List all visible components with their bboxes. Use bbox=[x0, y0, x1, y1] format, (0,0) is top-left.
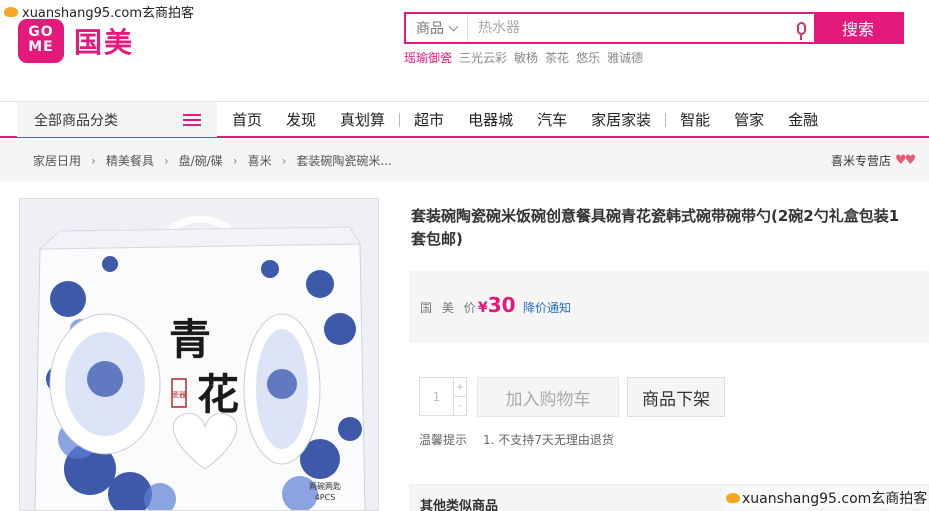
nav-item-finance[interactable]: 金融 bbox=[788, 109, 818, 130]
nav-divider bbox=[399, 112, 401, 127]
breadcrumb: 家居日用 › 精美餐具 › 盘/碗/碟 › 喜米 › 套装碗陶瓷碗米... bbox=[33, 152, 392, 169]
image-caption: 两碗两匙 bbox=[309, 481, 341, 491]
breadcrumb-item[interactable]: 家居日用 bbox=[33, 152, 81, 169]
product-title: 套装碗陶瓷碗米饭碗创意餐具碗青花瓷韩式碗带碗带勺(2碗2勺礼盒包装1套包邮) bbox=[411, 207, 900, 248]
nav-item-home-furnishing[interactable]: 家居家装 bbox=[591, 109, 651, 130]
watermark-logo-icon bbox=[4, 6, 18, 17]
search-input[interactable] bbox=[468, 14, 788, 42]
chevron-right-icon: › bbox=[232, 153, 238, 168]
quantity-stepper: 1 + - bbox=[419, 377, 467, 416]
search-bar: 商品 搜索 bbox=[404, 12, 904, 44]
notice-label: 温馨提示 bbox=[419, 433, 468, 447]
hot-keyword[interactable]: 敏杨 bbox=[514, 49, 538, 66]
notice: 温馨提示 1. 不支持7天无理由退货 bbox=[419, 431, 614, 448]
hot-keyword[interactable]: 瑶瑜御瓷 bbox=[404, 49, 452, 66]
watermark-text: xuanshang95.com玄商拍客 bbox=[742, 491, 928, 507]
chevron-right-icon: › bbox=[281, 153, 287, 168]
price-value: ¥30 bbox=[478, 293, 516, 317]
image-title-char-1: 青 bbox=[169, 315, 211, 364]
image-count: 4PCS bbox=[315, 493, 336, 502]
off-shelf-button[interactable]: 商品下架 bbox=[627, 377, 725, 417]
add-to-cart-button[interactable]: 加入购物车 bbox=[477, 377, 619, 417]
decrement-button[interactable]: - bbox=[454, 397, 466, 415]
logo-box-top: GO bbox=[28, 24, 54, 40]
search-category-label: 商品 bbox=[416, 21, 444, 37]
hot-keyword[interactable]: 茶花 bbox=[545, 49, 569, 66]
nav-item-smart[interactable]: 智能 bbox=[680, 109, 710, 130]
main-nav: 全部商品分类 首页 发现 真划算 超市 电器城 汽车 家居家装 智能 管家 金融 bbox=[0, 101, 929, 138]
quantity-steps: + - bbox=[454, 378, 466, 415]
price-label: 国 美 价 bbox=[420, 301, 479, 315]
breadcrumb-item-current: 套装碗陶瓷碗米... bbox=[296, 154, 392, 168]
nav-item-deals[interactable]: 真划算 bbox=[340, 109, 385, 130]
logo-name: 国美 bbox=[74, 26, 135, 59]
watermark-logo-icon bbox=[726, 493, 740, 503]
nav-items: 首页 发现 真划算 超市 电器城 汽车 家居家装 智能 管家 金融 bbox=[232, 102, 842, 137]
nav-item-discover[interactable]: 发现 bbox=[286, 109, 316, 130]
watermark-top: xuanshang95.com玄商拍客 bbox=[4, 2, 194, 21]
search-category-select[interactable]: 商品 bbox=[406, 14, 468, 42]
quantity-input[interactable]: 1 bbox=[420, 378, 454, 415]
chevron-right-icon: › bbox=[163, 153, 169, 168]
hot-keyword[interactable]: 雅诚德 bbox=[607, 49, 643, 66]
search-button[interactable]: 搜索 bbox=[814, 14, 902, 42]
breadcrumb-bar: 家居日用 › 精美餐具 › 盘/碗/碟 › 喜米 › 套装碗陶瓷碗米... 喜米专营店 … bbox=[0, 139, 929, 181]
store-name: 喜米专营店 bbox=[831, 154, 892, 168]
gome-logo[interactable]: GO ME 国美 bbox=[18, 19, 134, 63]
breadcrumb-item[interactable]: 盘/碗/碟 bbox=[179, 152, 223, 169]
image-seal-text: 瓷器 bbox=[172, 390, 186, 399]
all-categories-label: 全部商品分类 bbox=[34, 112, 118, 129]
logo-box-bottom: ME bbox=[28, 39, 54, 55]
logo-box: GO ME bbox=[18, 19, 64, 63]
notice-text: 1. 不支持7天无理由退货 bbox=[483, 433, 614, 447]
product-image[interactable]: 瓷器 青 花 两碗两匙 4PCS bbox=[19, 198, 379, 511]
nav-item-butler[interactable]: 管家 bbox=[734, 109, 764, 130]
similar-products-title: 其他类似商品 bbox=[420, 499, 499, 511]
breadcrumb-item[interactable]: 喜米 bbox=[248, 152, 272, 169]
price-box: 国 美 价 ¥30 降价通知 bbox=[409, 271, 929, 343]
currency-symbol: ¥ bbox=[478, 300, 488, 316]
nav-item-auto[interactable]: 汽车 bbox=[537, 109, 567, 130]
hot-keyword[interactable]: 悠乐 bbox=[576, 49, 600, 66]
store-link[interactable]: 喜米专营店 ♥♥ bbox=[831, 152, 916, 169]
nav-item-supermarket[interactable]: 超市 bbox=[414, 109, 444, 130]
chevron-down-icon bbox=[448, 21, 459, 31]
product-image-illustration: 瓷器 青 花 两碗两匙 4PCS bbox=[20, 199, 378, 510]
hot-keyword[interactable]: 三光云彩 bbox=[459, 49, 507, 66]
chevron-right-icon: › bbox=[91, 153, 96, 168]
price-amount: 30 bbox=[487, 293, 516, 317]
watermark-text: xuanshang95.com玄商拍客 bbox=[22, 6, 195, 21]
heart-rating-icon: ♥♥ bbox=[895, 153, 916, 168]
nav-item-electronics[interactable]: 电器城 bbox=[468, 109, 513, 130]
menu-list-icon[interactable] bbox=[183, 114, 201, 126]
price-drop-notify-link[interactable]: 降价通知 bbox=[523, 299, 571, 316]
nav-item-home[interactable]: 首页 bbox=[232, 109, 262, 130]
watermark-bottom: xuanshang95.com玄商拍客 bbox=[726, 488, 928, 508]
nav-divider bbox=[665, 112, 667, 127]
increment-button[interactable]: + bbox=[454, 378, 466, 397]
microphone-icon[interactable] bbox=[788, 14, 814, 42]
breadcrumb-item[interactable]: 精美餐具 bbox=[106, 152, 154, 169]
image-title-char-2: 花 bbox=[197, 370, 239, 419]
hot-keywords: 瑶瑜御瓷 三光云彩 敏杨 茶花 悠乐 雅诚德 bbox=[404, 49, 643, 66]
